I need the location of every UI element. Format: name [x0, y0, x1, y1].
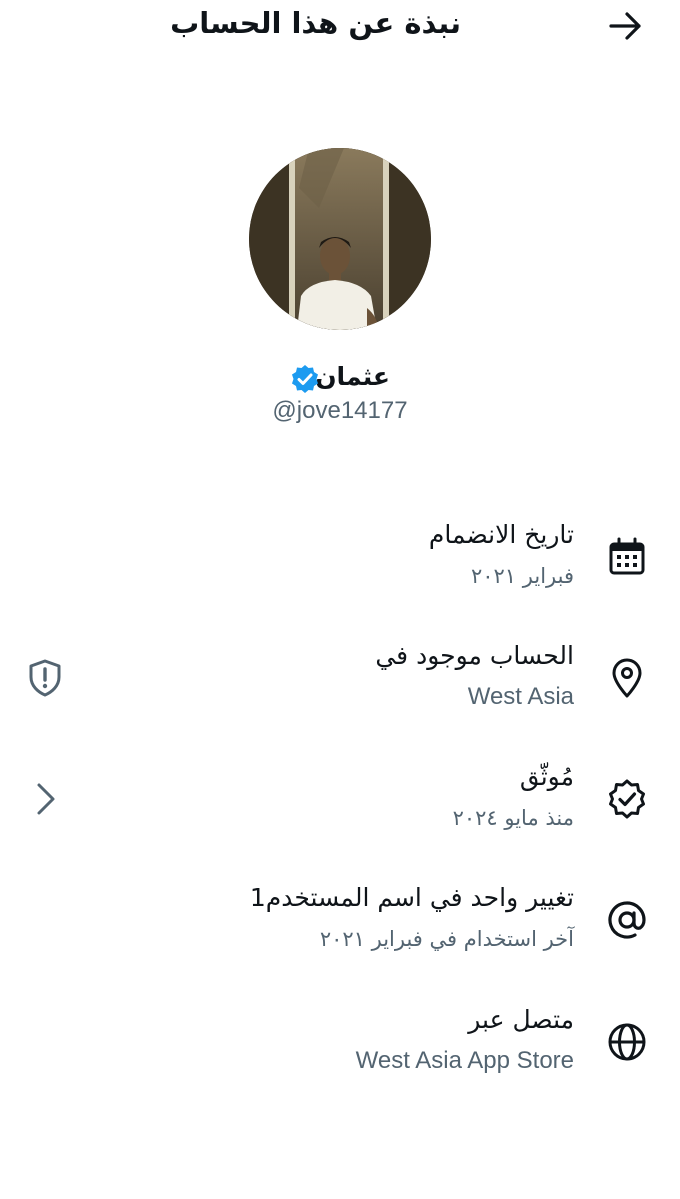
header: نبذة عن هذا الحساب: [0, 0, 680, 56]
location-pin-icon: [612, 658, 642, 698]
info-row-joined: تاريخ الانضمام فبراير ٢٠٢١: [0, 520, 680, 620]
avatar[interactable]: [249, 148, 431, 330]
globe-icon: [608, 1023, 646, 1061]
avatar-photo: [249, 148, 431, 330]
info-row-title: مُوثّق: [519, 762, 574, 791]
verified-badge-icon: [292, 365, 318, 393]
info-row-connected-via: متصل عبر West Asia App Store: [0, 1005, 680, 1105]
info-row-subtitle: آخر استخدام في فبراير ٢٠٢١: [319, 927, 574, 951]
info-row-subtitle: West Asia: [467, 683, 574, 710]
info-row-location: الحساب موجود في West Asia: [0, 641, 680, 741]
at-sign-icon: [608, 901, 646, 939]
info-row-title: تاريخ الانضمام: [428, 520, 574, 549]
arrow-right-icon: [609, 12, 641, 40]
shield-alert-icon[interactable]: [24, 657, 66, 699]
back-button[interactable]: [606, 8, 646, 44]
info-row-title: تغيير واحد في اسم المستخدم1: [249, 883, 574, 912]
profile-handle: @jove14177: [272, 397, 408, 424]
page-title: نبذة عن هذا الحساب: [170, 6, 461, 40]
profile-name-row: عثمان: [0, 360, 680, 400]
info-row-verified[interactable]: مُوثّق منذ مايو ٢٠٢٤: [0, 762, 680, 862]
info-row-subtitle: West Asia App Store: [355, 1047, 574, 1074]
calendar-icon: [609, 537, 645, 575]
profile-name: عثمان: [315, 362, 390, 391]
info-row-title: متصل عبر: [468, 1005, 574, 1034]
info-row-subtitle: فبراير ٢٠٢١: [470, 564, 574, 588]
info-row-username-changes: تغيير واحد في اسم المستخدم1 آخر استخدام …: [0, 883, 680, 983]
info-row-title: الحساب موجود في: [375, 641, 574, 670]
chevron-right-icon[interactable]: [24, 778, 66, 820]
verified-check-icon: [609, 779, 645, 819]
info-row-subtitle: منذ مايو ٢٠٢٤: [452, 806, 574, 830]
